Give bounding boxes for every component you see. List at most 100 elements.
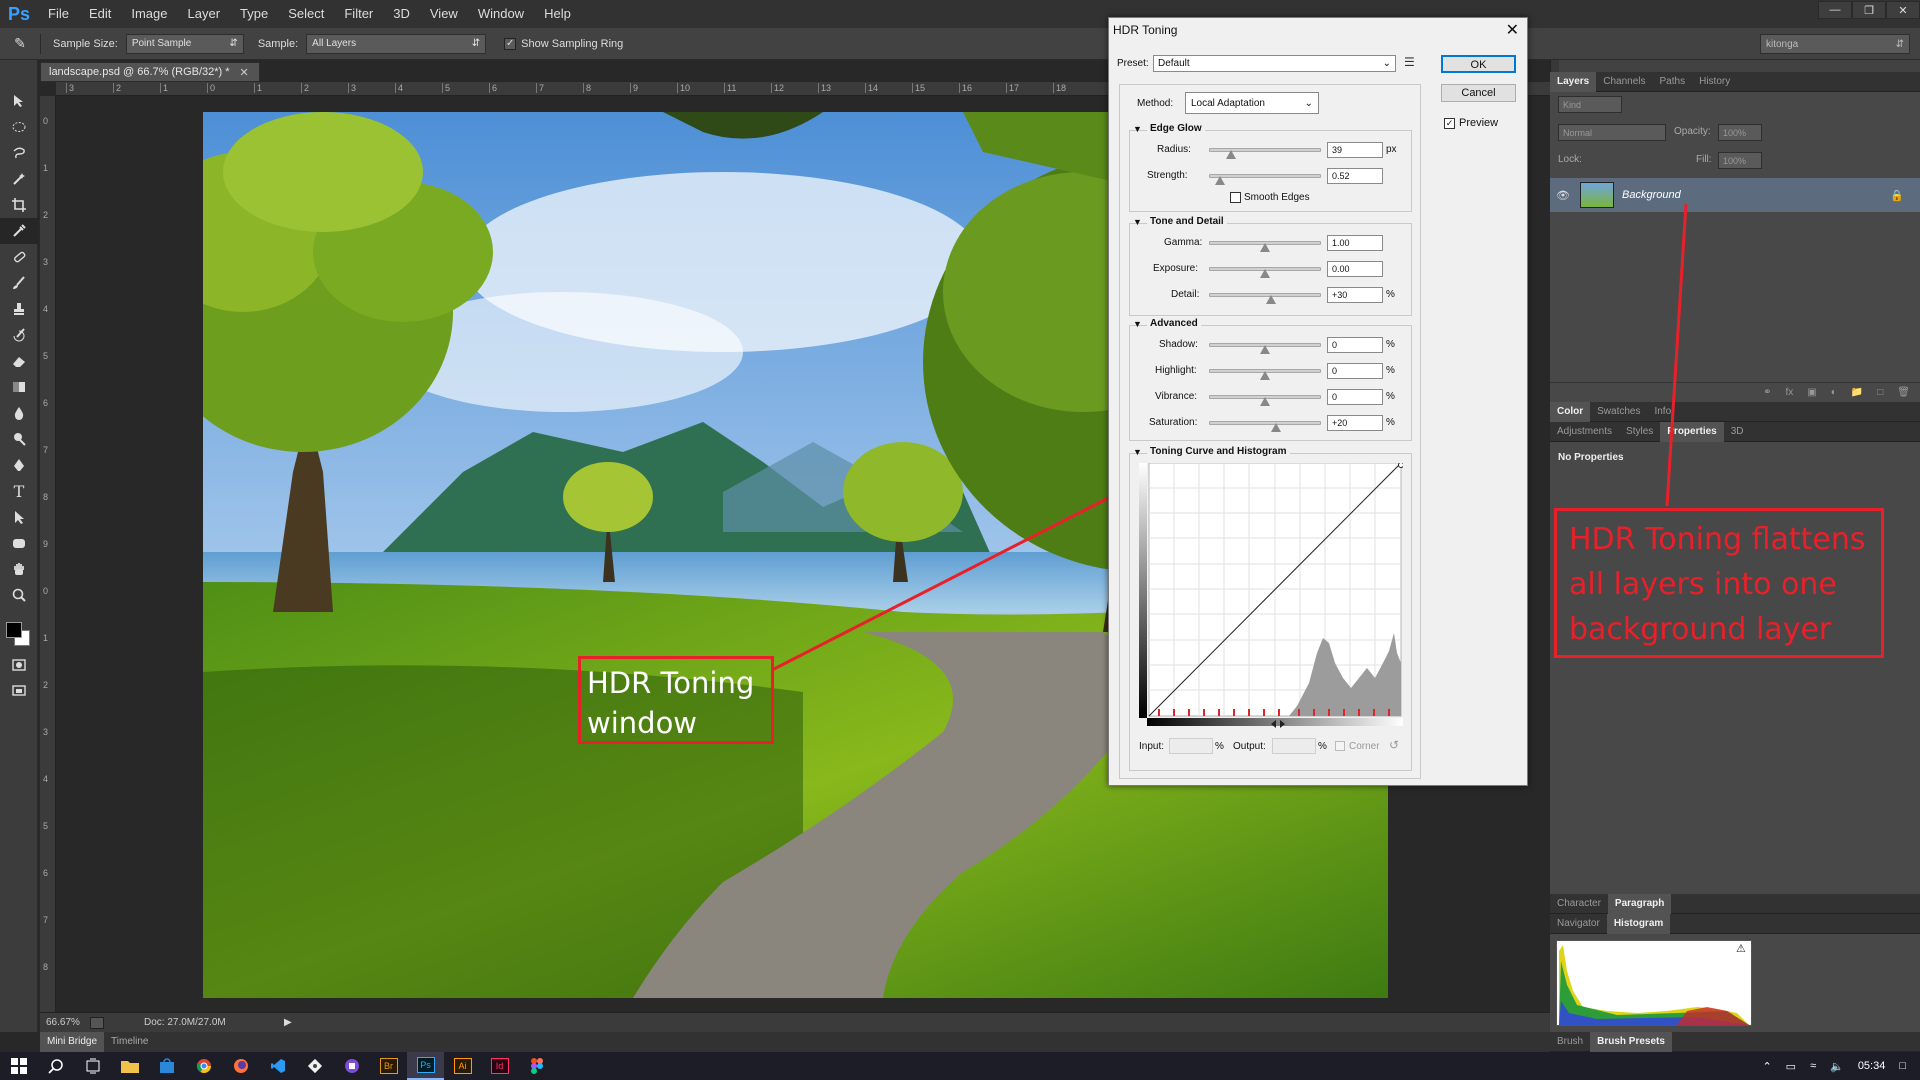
gamma-field[interactable]: 1.00 xyxy=(1327,235,1383,251)
pen-tool-icon[interactable] xyxy=(0,452,38,478)
chrome-icon[interactable] xyxy=(185,1052,222,1080)
radius-field[interactable]: 39 xyxy=(1327,142,1383,158)
histogram-warning-icon[interactable]: ⚠ xyxy=(1736,942,1746,955)
sample-select[interactable]: All Layers ⇵ xyxy=(306,33,487,54)
task-view-icon[interactable] xyxy=(74,1052,111,1080)
color-swatches-icon[interactable] xyxy=(0,618,38,652)
cancel-button[interactable]: Cancel xyxy=(1441,84,1516,102)
close-tab-icon[interactable]: ✕ xyxy=(240,66,249,79)
layer-row-background[interactable]: 👁 Background 🔒 xyxy=(1550,178,1920,212)
menu-image[interactable]: Image xyxy=(121,0,177,28)
corner-checkbox[interactable] xyxy=(1335,741,1345,751)
workspace-select[interactable]: kitonga ⇵ xyxy=(1760,34,1910,54)
tab-adjustments[interactable]: Adjustments xyxy=(1550,422,1619,442)
layer-style-icon[interactable]: fx xyxy=(1786,387,1794,398)
shadow-field[interactable]: 0 xyxy=(1327,337,1383,353)
strength-field[interactable]: 0.52 xyxy=(1327,168,1383,184)
menu-layer[interactable]: Layer xyxy=(178,0,231,28)
tab-histogram[interactable]: Histogram xyxy=(1606,913,1671,934)
tab-paragraph[interactable]: Paragraph xyxy=(1607,893,1672,914)
input-field[interactable] xyxy=(1169,738,1213,754)
highlight-slider-thumb[interactable] xyxy=(1260,371,1270,380)
exposure-slider-thumb[interactable] xyxy=(1260,269,1270,278)
tab-color[interactable]: Color xyxy=(1550,401,1591,422)
type-tool-icon[interactable]: T xyxy=(0,478,38,504)
brush-tool-icon[interactable] xyxy=(0,270,38,296)
eraser-tool-icon[interactable] xyxy=(0,348,38,374)
tab-3d[interactable]: 3D xyxy=(1724,422,1751,442)
shape-tool-icon[interactable] xyxy=(0,530,38,556)
saturation-field[interactable]: +20 xyxy=(1327,415,1383,431)
notification-icon[interactable]: □ xyxy=(1899,1060,1906,1072)
file-explorer-icon[interactable] xyxy=(111,1052,148,1080)
toning-curve-collapse-icon[interactable]: ▼ xyxy=(1133,447,1142,457)
tone-detail-collapse-icon[interactable]: ▼ xyxy=(1133,217,1142,227)
tab-brush[interactable]: Brush xyxy=(1550,1032,1590,1052)
detail-slider-thumb[interactable] xyxy=(1265,295,1276,304)
output-field[interactable] xyxy=(1272,738,1316,754)
photoshop-taskbar-icon[interactable]: Ps xyxy=(407,1052,444,1080)
preset-menu-icon[interactable]: ☰ xyxy=(1404,55,1415,69)
indesign-icon[interactable]: Id xyxy=(481,1052,518,1080)
tab-timeline[interactable]: Timeline xyxy=(104,1032,155,1052)
clock[interactable]: 05:34 xyxy=(1858,1060,1886,1072)
magic-wand-tool-icon[interactable] xyxy=(0,166,38,192)
tab-character[interactable]: Character xyxy=(1550,894,1608,914)
strength-slider-thumb[interactable] xyxy=(1215,176,1226,185)
advanced-collapse-icon[interactable]: ▼ xyxy=(1133,319,1142,329)
menu-filter[interactable]: Filter xyxy=(334,0,383,28)
edge-glow-collapse-icon[interactable]: ▼ xyxy=(1133,124,1142,134)
adjustment-layer-icon[interactable]: ◐ xyxy=(1831,387,1837,398)
detail-field[interactable]: +30 xyxy=(1327,287,1383,303)
blend-mode-select[interactable]: Normal xyxy=(1558,124,1666,141)
sampling-ring-checkbox[interactable]: ✓ xyxy=(504,37,517,50)
preview-checkbox[interactable]: ✓ xyxy=(1444,118,1455,129)
lasso-tool-icon[interactable] xyxy=(0,140,38,166)
fill-field[interactable]: 100% xyxy=(1718,152,1762,169)
eyedropper-tool-icon[interactable] xyxy=(0,218,38,244)
menu-select[interactable]: Select xyxy=(278,0,334,28)
illustrator-icon[interactable]: Ai xyxy=(444,1052,481,1080)
vibrance-field[interactable]: 0 xyxy=(1327,389,1383,405)
saturation-slider-thumb[interactable] xyxy=(1271,423,1282,432)
hand-tool-icon[interactable] xyxy=(0,556,38,582)
tab-styles[interactable]: Styles xyxy=(1619,422,1660,442)
tab-layers[interactable]: Layers xyxy=(1550,71,1597,92)
close-icon[interactable]: ✕ xyxy=(1886,1,1920,19)
document-tab[interactable]: landscape.psd @ 66.7% (RGB/32*) * ✕ xyxy=(40,62,260,82)
status-icon[interactable] xyxy=(90,1016,104,1029)
bridge-icon[interactable]: Br xyxy=(370,1052,407,1080)
ok-button[interactable]: OK xyxy=(1441,55,1516,73)
tab-paths[interactable]: Paths xyxy=(1653,72,1693,92)
volume-icon[interactable]: 🔈 xyxy=(1830,1060,1844,1073)
tray-chevron-icon[interactable]: ⌃ xyxy=(1762,1060,1771,1073)
status-menu-arrow-icon[interactable]: ▶ xyxy=(284,1017,292,1028)
clone-stamp-tool-icon[interactable] xyxy=(0,296,38,322)
tab-navigator[interactable]: Navigator xyxy=(1550,914,1607,934)
eyedropper-tool-icon[interactable]: ✎ xyxy=(0,35,40,52)
menu-edit[interactable]: Edit xyxy=(79,0,121,28)
strength-slider[interactable] xyxy=(1209,174,1321,178)
exposure-field[interactable]: 0.00 xyxy=(1327,261,1383,277)
menu-window[interactable]: Window xyxy=(468,0,534,28)
toning-curve-graph[interactable] xyxy=(1139,463,1403,728)
gamma-slider-thumb[interactable] xyxy=(1260,243,1270,252)
dodge-tool-icon[interactable] xyxy=(0,426,38,452)
tab-mini-bridge[interactable]: Mini Bridge xyxy=(40,1032,105,1052)
smooth-edges-checkbox[interactable] xyxy=(1230,192,1241,203)
windows-start-icon[interactable] xyxy=(0,1052,37,1080)
add-mask-icon[interactable]: ▣ xyxy=(1807,387,1816,398)
path-selection-tool-icon[interactable] xyxy=(0,504,38,530)
new-group-icon[interactable]: 📁 xyxy=(1851,387,1863,398)
menu-file[interactable]: File xyxy=(38,0,79,28)
history-brush-tool-icon[interactable] xyxy=(0,322,38,348)
layer-kind-filter[interactable]: Kind xyxy=(1558,96,1622,113)
battery-icon[interactable]: ▭ xyxy=(1786,1060,1796,1073)
screen-mode-icon[interactable] xyxy=(0,678,38,704)
restore-icon[interactable]: ❐ xyxy=(1852,1,1886,19)
marquee-tool-icon[interactable] xyxy=(0,114,38,140)
preset-select[interactable]: Default ⌄ xyxy=(1153,55,1396,72)
wifi-icon[interactable]: ≈ xyxy=(1810,1060,1816,1072)
minimize-icon[interactable]: — xyxy=(1818,1,1852,19)
menu-view[interactable]: View xyxy=(420,0,468,28)
